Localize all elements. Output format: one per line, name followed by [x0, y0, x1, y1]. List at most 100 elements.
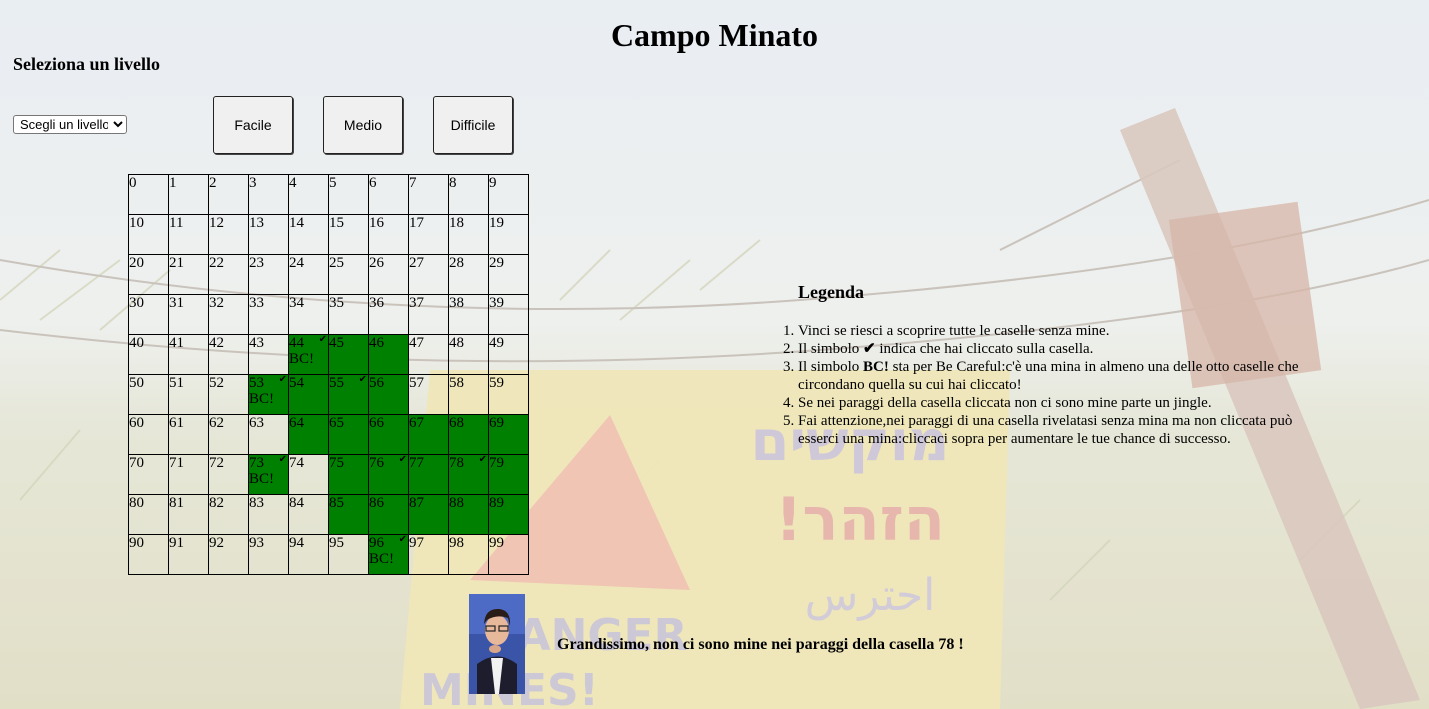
grid-cell[interactable]: 44 BC! ✔	[288, 334, 329, 375]
hard-level-button[interactable]: Difficile	[433, 96, 513, 154]
grid-cell[interactable]: 42	[208, 334, 249, 375]
grid-cell[interactable]: 32	[208, 294, 249, 335]
grid-cell[interactable]: 43	[248, 334, 289, 375]
grid-cell[interactable]: 68	[448, 414, 489, 455]
grid-cell[interactable]: 16	[368, 214, 409, 255]
grid-cell[interactable]: 92	[208, 534, 249, 575]
grid-cell[interactable]: 18	[448, 214, 489, 255]
grid-cell[interactable]: 5	[328, 174, 369, 215]
grid-cell[interactable]: 84	[288, 494, 329, 535]
grid-cell[interactable]: 87	[408, 494, 449, 535]
grid-cell[interactable]: 3	[248, 174, 289, 215]
grid-cell[interactable]: 64	[288, 414, 329, 455]
level-select[interactable]: Scegli un livello	[13, 115, 127, 134]
grid-cell[interactable]: 7	[408, 174, 449, 215]
grid-cell[interactable]: 88	[448, 494, 489, 535]
grid-cell[interactable]: 98	[448, 534, 489, 575]
grid-cell[interactable]: 72	[208, 454, 249, 495]
grid-cell[interactable]: 76 ✔	[368, 454, 409, 495]
grid-cell[interactable]: 26	[368, 254, 409, 295]
grid-cell[interactable]: 30	[128, 294, 169, 335]
grid-cell[interactable]: 8	[448, 174, 489, 215]
grid-cell[interactable]: 19	[488, 214, 529, 255]
grid-cell[interactable]: 65	[328, 414, 369, 455]
grid-cell[interactable]: 20	[128, 254, 169, 295]
grid-cell[interactable]: 80	[128, 494, 169, 535]
grid-cell[interactable]: 51	[168, 374, 209, 415]
medium-level-button[interactable]: Medio	[323, 96, 403, 154]
grid-cell[interactable]: 63	[248, 414, 289, 455]
grid-cell[interactable]: 27	[408, 254, 449, 295]
grid-cell[interactable]: 91	[168, 534, 209, 575]
grid-cell[interactable]: 40	[128, 334, 169, 375]
grid-cell[interactable]: 61	[168, 414, 209, 455]
grid-cell[interactable]: 22	[208, 254, 249, 295]
grid-cell[interactable]: 52	[208, 374, 249, 415]
grid-cell[interactable]: 25	[328, 254, 369, 295]
grid-cell[interactable]: 6	[368, 174, 409, 215]
grid-cell[interactable]: 38	[448, 294, 489, 335]
grid-cell[interactable]: 93	[248, 534, 289, 575]
grid-cell[interactable]: 73 BC! ✔	[248, 454, 289, 495]
grid-cell[interactable]: 79	[488, 454, 529, 495]
grid-cell[interactable]: 33	[248, 294, 289, 335]
grid-cell[interactable]: 49	[488, 334, 529, 375]
grid-cell[interactable]: 54	[288, 374, 329, 415]
grid-cell[interactable]: 12	[208, 214, 249, 255]
grid-cell[interactable]: 70	[128, 454, 169, 495]
grid-cell[interactable]: 35	[328, 294, 369, 335]
grid-cell[interactable]: 31	[168, 294, 209, 335]
grid-cell[interactable]: 50	[128, 374, 169, 415]
grid-cell[interactable]: 9	[488, 174, 529, 215]
grid-cell[interactable]: 36	[368, 294, 409, 335]
grid-cell[interactable]: 94	[288, 534, 329, 575]
grid-cell[interactable]: 4	[288, 174, 329, 215]
grid-cell[interactable]: 57	[408, 374, 449, 415]
grid-cell[interactable]: 24	[288, 254, 329, 295]
grid-cell[interactable]: 78 ✔	[448, 454, 489, 495]
grid-cell[interactable]: 69	[488, 414, 529, 455]
grid-cell[interactable]: 99	[488, 534, 529, 575]
grid-cell[interactable]: 81	[168, 494, 209, 535]
grid-cell[interactable]: 46	[368, 334, 409, 375]
grid-cell[interactable]: 96 BC! ✔	[368, 534, 409, 575]
grid-cell[interactable]: 83	[248, 494, 289, 535]
grid-cell[interactable]: 90	[128, 534, 169, 575]
grid-cell[interactable]: 17	[408, 214, 449, 255]
grid-cell[interactable]: 89	[488, 494, 529, 535]
grid-cell[interactable]: 23	[248, 254, 289, 295]
grid-cell[interactable]: 1	[168, 174, 209, 215]
grid-cell[interactable]: 74	[288, 454, 329, 495]
grid-cell[interactable]: 34	[288, 294, 329, 335]
grid-cell[interactable]: 15	[328, 214, 369, 255]
grid-cell[interactable]: 55 ✔	[328, 374, 369, 415]
grid-cell[interactable]: 14	[288, 214, 329, 255]
grid-cell[interactable]: 29	[488, 254, 529, 295]
easy-level-button[interactable]: Facile	[213, 96, 293, 154]
grid-cell[interactable]: 48	[448, 334, 489, 375]
grid-cell[interactable]: 66	[368, 414, 409, 455]
grid-cell[interactable]: 28	[448, 254, 489, 295]
grid-cell[interactable]: 77	[408, 454, 449, 495]
grid-cell[interactable]: 0	[128, 174, 169, 215]
grid-cell[interactable]: 60	[128, 414, 169, 455]
grid-cell[interactable]: 53 BC! ✔	[248, 374, 289, 415]
grid-cell[interactable]: 85	[328, 494, 369, 535]
grid-cell[interactable]: 45	[328, 334, 369, 375]
grid-cell[interactable]: 86	[368, 494, 409, 535]
grid-cell[interactable]: 47	[408, 334, 449, 375]
grid-cell[interactable]: 10	[128, 214, 169, 255]
grid-cell[interactable]: 58	[448, 374, 489, 415]
grid-cell[interactable]: 82	[208, 494, 249, 535]
grid-cell[interactable]: 56	[368, 374, 409, 415]
grid-cell[interactable]: 59	[488, 374, 529, 415]
grid-cell[interactable]: 62	[208, 414, 249, 455]
grid-cell[interactable]: 71	[168, 454, 209, 495]
grid-cell[interactable]: 97	[408, 534, 449, 575]
grid-cell[interactable]: 95	[328, 534, 369, 575]
grid-cell[interactable]: 39	[488, 294, 529, 335]
grid-cell[interactable]: 37	[408, 294, 449, 335]
grid-cell[interactable]: 21	[168, 254, 209, 295]
grid-cell[interactable]: 2	[208, 174, 249, 215]
grid-cell[interactable]: 75	[328, 454, 369, 495]
